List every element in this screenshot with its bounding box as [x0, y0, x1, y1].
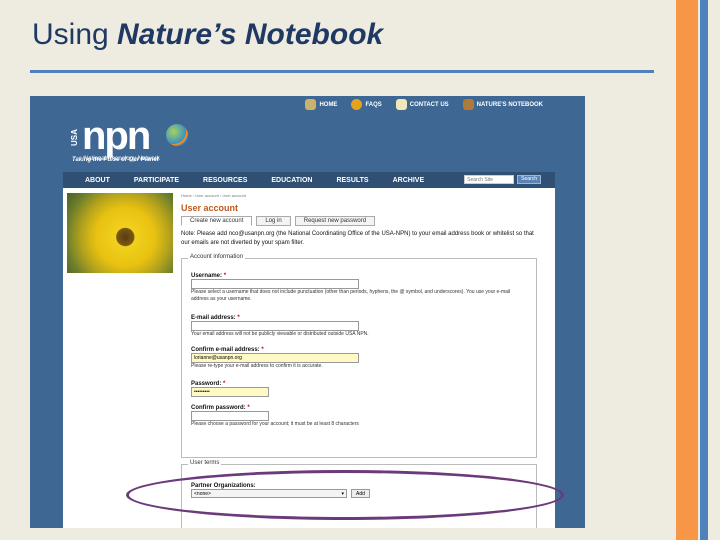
topnav-contact-label: CONTACT US — [409, 101, 449, 108]
topnav-home-label: HOME — [319, 101, 338, 108]
topnav-contact[interactable]: CONTACT US — [395, 99, 449, 110]
account-information-legend: Account information — [188, 254, 246, 260]
confirm-password-label: Confirm password: * — [191, 405, 250, 411]
highlight-oval — [126, 470, 564, 520]
topnav-faqs[interactable]: FAQS — [351, 99, 382, 110]
password-group: Password: * ••••••••• — [191, 381, 269, 397]
search-button[interactable]: Search — [517, 175, 541, 184]
password-description: Please choose a password for your accoun… — [191, 421, 359, 427]
nav-resources[interactable]: RESOURCES — [203, 177, 247, 184]
slide-accent-bar-blue — [700, 0, 708, 540]
tab-request-password[interactable]: Request new password — [294, 216, 376, 226]
nav-education[interactable]: EDUCATION — [271, 177, 312, 184]
username-group: Username: * Please select a username tha… — [191, 273, 511, 303]
confirm-password-field[interactable] — [191, 411, 269, 421]
user-terms-legend: User terms — [188, 460, 222, 466]
email-field[interactable] — [191, 321, 359, 331]
logo-usa: USA — [70, 129, 79, 146]
topnav-natures-notebook[interactable]: NATURE'S NOTEBOOK — [462, 99, 543, 110]
home-icon — [305, 99, 317, 110]
npn-logo[interactable]: USA npn National Phenology Network — [70, 116, 220, 174]
confirm-password-group: Confirm password: * Please choose a pass… — [191, 405, 511, 428]
faq-icon — [351, 99, 363, 110]
nav-results[interactable]: RESULTS — [336, 177, 368, 184]
email-description: Your email address will not be publicly … — [191, 331, 369, 337]
site-search: Search — [464, 175, 541, 184]
site-tagline: Taking the Pulse of Our Planet — [72, 157, 159, 163]
email-group: E-mail address: * Your email address wil… — [191, 315, 511, 338]
search-input[interactable] — [464, 175, 515, 184]
book-icon — [462, 99, 474, 110]
page-title: User account — [181, 203, 239, 213]
confirm-email-field[interactable]: lorianne@usanpn.org — [191, 353, 359, 363]
breadcrumb[interactable]: Home › User account › User account — [181, 193, 246, 198]
confirm-email-group: Confirm e-mail address: * lorianne@usanp… — [191, 347, 511, 370]
nav-archive[interactable]: ARCHIVE — [393, 177, 425, 184]
slide-title-plain: Using — [32, 18, 118, 51]
username-description: Please select a username that does not i… — [191, 289, 511, 302]
nav-participate[interactable]: PARTICIPATE — [134, 177, 179, 184]
tab-log-in[interactable]: Log in — [256, 216, 291, 226]
slide-title: Using Nature’s Notebook — [32, 18, 383, 52]
confirm-email-description: Please re-type your e-mail address to co… — [191, 363, 323, 369]
topnav-nn-label: NATURE'S NOTEBOOK — [476, 101, 543, 108]
email-note: Note: Please add nco@usanpn.org (the Nat… — [181, 231, 534, 246]
slide-title-rule — [30, 70, 654, 73]
topnav-faqs-label: FAQS — [365, 101, 382, 108]
flower-photo — [67, 193, 173, 273]
tab-create-account[interactable]: Create new account — [181, 216, 253, 226]
mail-icon — [395, 99, 407, 110]
topnav-home[interactable]: HOME — [305, 99, 337, 110]
account-tabs: Create new account Log in Request new pa… — [181, 216, 376, 226]
website-screenshot: HOME FAQS CONTACT US NATURE'S NOTEBOOK U… — [30, 96, 585, 528]
globe-icon — [166, 124, 188, 146]
password-field[interactable]: ••••••••• — [191, 387, 269, 397]
logo-npn: npn — [82, 114, 151, 158]
account-information-fieldset: Account information Username: * Please s… — [181, 254, 537, 458]
username-field[interactable] — [191, 279, 359, 289]
nav-about[interactable]: ABOUT — [85, 177, 110, 184]
slide-title-emphasis: Nature’s Notebook — [117, 18, 384, 51]
slide-accent-bar-orange — [676, 0, 698, 540]
top-navigation: HOME FAQS CONTACT US NATURE'S NOTEBOOK — [305, 99, 543, 110]
